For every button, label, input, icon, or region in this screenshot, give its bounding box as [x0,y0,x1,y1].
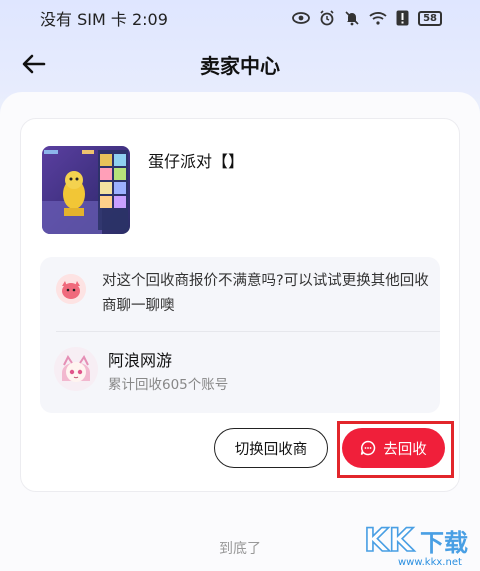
game-thumbnail[interactable] [42,146,130,234]
dealer-name: 阿浪网游 [108,351,173,370]
watermark-logo: KK 下载 www.kkx.net [362,517,478,571]
status-bar: 没有 SIM 卡 2:09 58 [0,0,480,36]
product-title: 蛋仔派对【】 [148,152,245,171]
switch-dealer-button[interactable]: 切换回收商 [214,428,328,468]
divider [56,331,440,332]
mascot-avatar [56,274,86,304]
dealer-avatar[interactable] [54,347,98,391]
alarm-icon [319,10,335,26]
switch-dealer-label: 切换回收商 [234,441,308,458]
mute-icon [344,10,360,26]
top-nav-bar: 卖家中心 [0,36,480,92]
alert-icon [396,10,409,26]
status-icons: 58 [292,10,442,26]
recommendation-box: 对这个回收商报价不满意吗?可以试试更换其他回收商聊一聊噢 阿浪网游 累计回收60… [40,257,440,413]
go-recycle-label: 去回收 [383,441,427,458]
page-title: 卖家中心 [200,54,280,78]
watermark-url: www.kkx.net [398,557,462,568]
status-carrier-time: 没有 SIM 卡 2:09 [40,10,168,29]
eye-icon [292,12,310,24]
svg-text:KK: KK [364,521,415,559]
wifi-icon [369,11,387,25]
go-recycle-button[interactable]: 去回收 [342,428,445,468]
chat-bubble-icon [361,440,376,456]
recycle-card: 蛋仔派对【】 对这个回收商报价不满意吗?可以试试更换其他回收商聊一聊噢 阿浪网游… [20,118,460,492]
svg-text:下载: 下载 [420,529,468,557]
dealer-stats: 累计回收605个账号 [108,377,229,393]
recommendation-tip: 对这个回收商报价不满意吗?可以试试更换其他回收商聊一聊噢 [102,273,429,314]
battery-icon: 58 [418,10,442,26]
